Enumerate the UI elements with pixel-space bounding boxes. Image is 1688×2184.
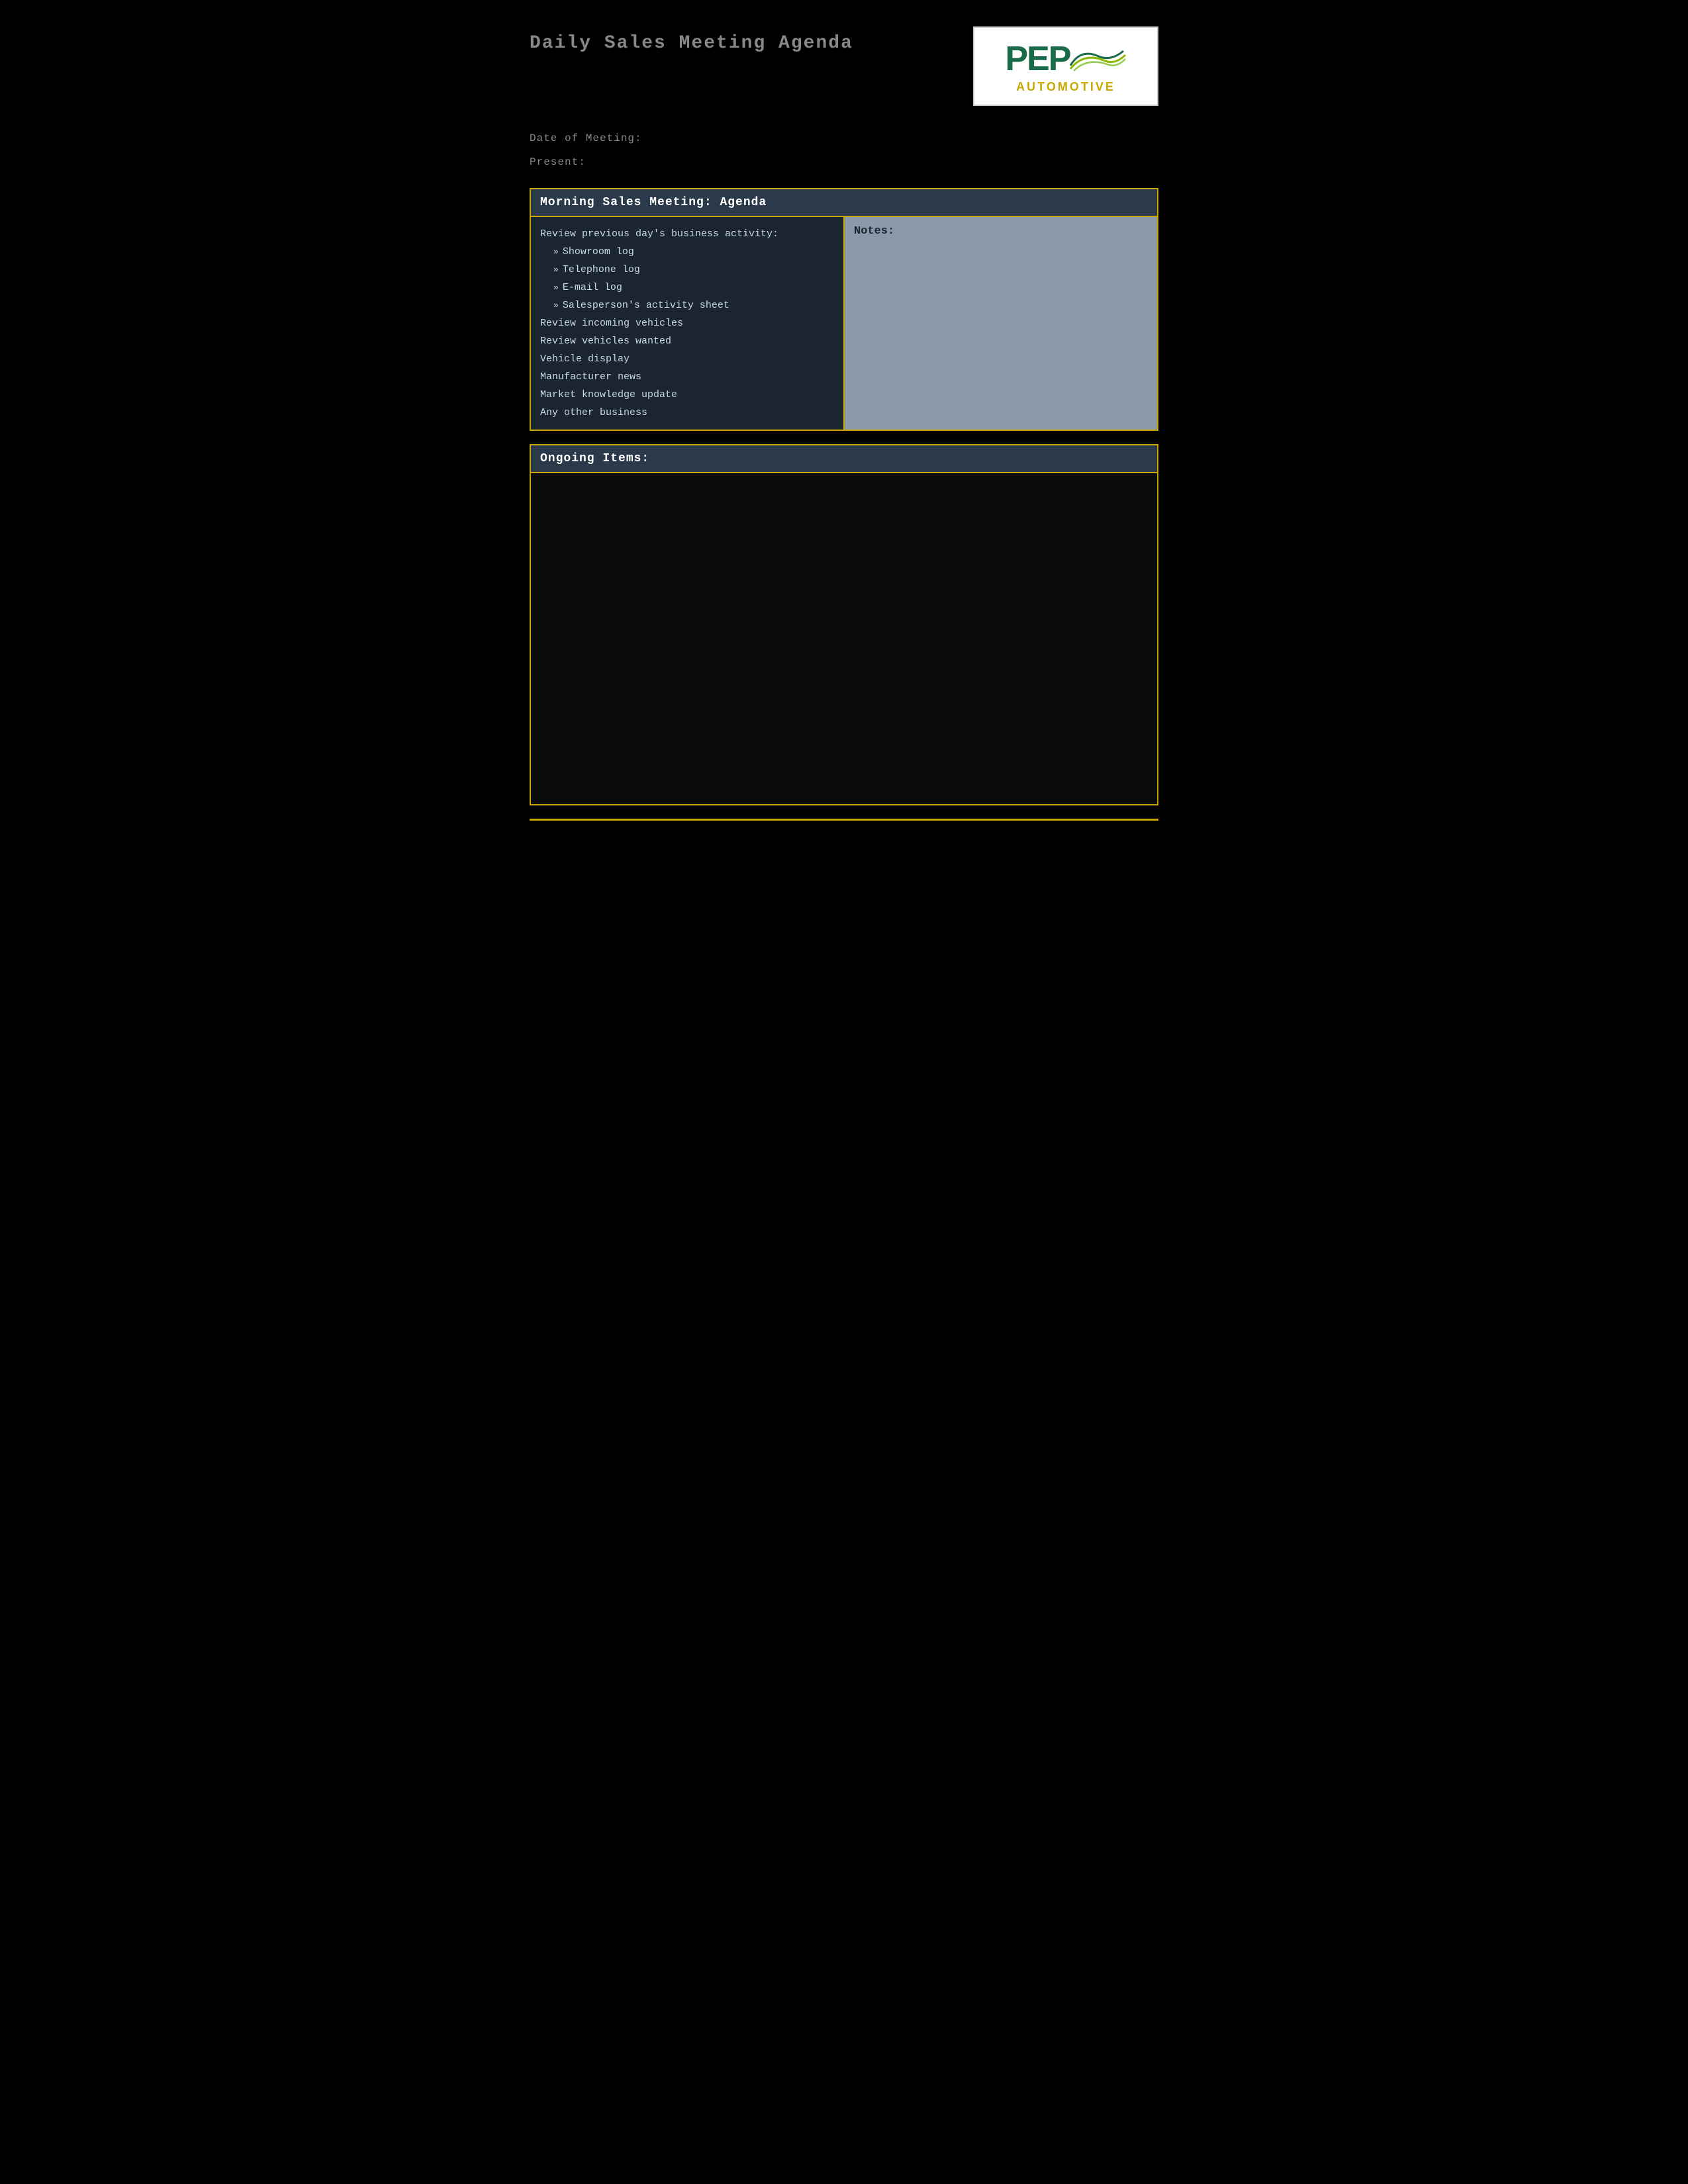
page: Daily Sales Meeting Agenda PEP AUTOMOTIV… xyxy=(530,26,1158,821)
logo-pep: PEP xyxy=(1005,39,1126,79)
notes-label: Notes: xyxy=(854,225,1148,238)
morning-section-header: Morning Sales Meeting: Agenda xyxy=(531,189,1157,217)
main-item-display: Vehicle display xyxy=(540,350,834,368)
bullet-icon: » xyxy=(553,298,559,313)
bullet-icon: » xyxy=(553,244,559,259)
sub-item-showroom: » Showroom log xyxy=(540,243,834,261)
main-item-incoming: Review incoming vehicles xyxy=(540,314,834,332)
logo-automotive-text: AUTOMOTIVE xyxy=(1016,80,1115,94)
sub-item-email: » E-mail log xyxy=(540,279,834,296)
bullet-icon: » xyxy=(553,280,559,295)
bottom-divider xyxy=(530,819,1158,821)
ongoing-section-header: Ongoing Items: xyxy=(531,445,1157,473)
main-item-wanted: Review vehicles wanted xyxy=(540,332,834,350)
present-label: Present: xyxy=(530,156,586,168)
agenda-intro: Review previous day's business activity: xyxy=(540,225,834,243)
main-item-market: Market knowledge update xyxy=(540,386,834,404)
agenda-right: Notes: xyxy=(845,217,1157,430)
present-field: Present: xyxy=(530,156,1158,168)
header: Daily Sales Meeting Agenda PEP AUTOMOTIV… xyxy=(530,26,1158,106)
agenda-left: Review previous day's business activity:… xyxy=(531,217,845,430)
logo-pep-text: PEP xyxy=(1005,39,1070,79)
sub-item-salesperson: » Salesperson's activity sheet xyxy=(540,296,834,314)
bullet-icon: » xyxy=(553,262,559,277)
sub-item-label: Showroom log xyxy=(563,243,634,261)
main-item-other: Any other business xyxy=(540,404,834,422)
date-label: Date of Meeting: xyxy=(530,132,642,144)
logo-swoosh-icon xyxy=(1067,46,1127,72)
page-title: Daily Sales Meeting Agenda xyxy=(530,33,853,54)
agenda-body: Review previous day's business activity:… xyxy=(531,217,1157,430)
ongoing-body xyxy=(531,473,1157,804)
main-item-news: Manufacturer news xyxy=(540,368,834,386)
sub-item-label: E-mail log xyxy=(563,279,622,296)
agenda-section: Morning Sales Meeting: Agenda Review pre… xyxy=(530,188,1158,431)
ongoing-section: Ongoing Items: xyxy=(530,444,1158,805)
sub-item-label: Salesperson's activity sheet xyxy=(563,296,729,314)
date-of-meeting-field: Date of Meeting: xyxy=(530,132,1158,144)
logo-container: PEP AUTOMOTIVE xyxy=(973,26,1158,106)
sub-item-telephone: » Telephone log xyxy=(540,261,834,279)
meta-section: Date of Meeting: Present: xyxy=(530,132,1158,168)
sub-item-label: Telephone log xyxy=(563,261,640,279)
